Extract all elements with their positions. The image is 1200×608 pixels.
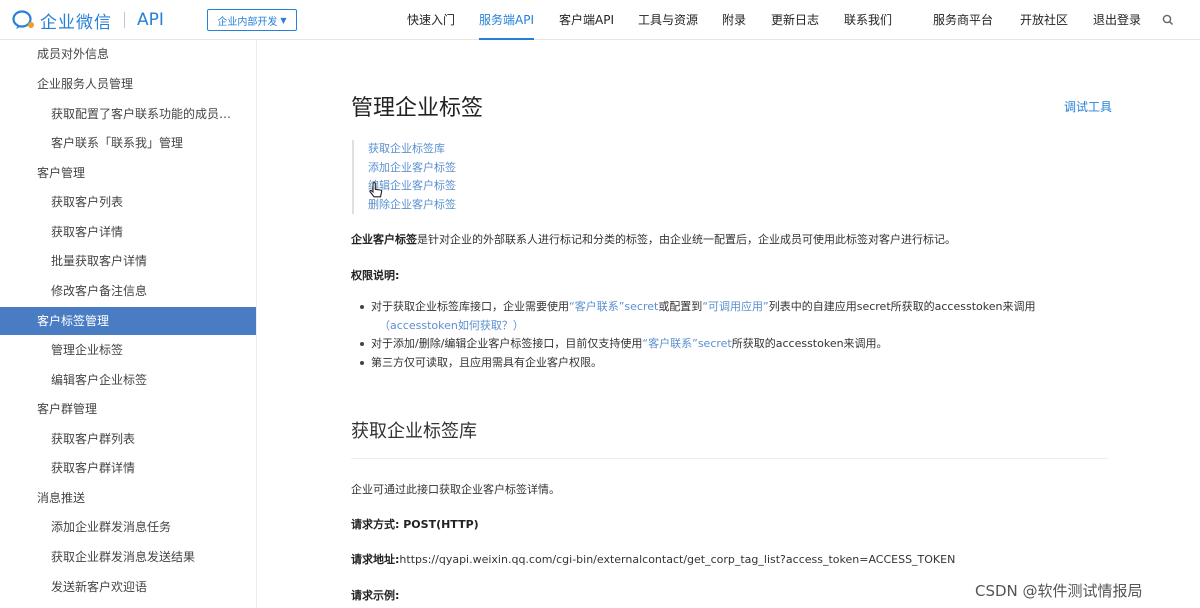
logo[interactable]: 企业微信 API [12,8,164,33]
nav-provider[interactable]: 服务商平台 [933,0,993,40]
sidebar-item-member-external-info[interactable]: 成员对外信息 [0,40,256,68]
intro-text: 是针对企业的外部联系人进行标记和分类的标签，由企业统一配置后，企业成员可使用此标… [417,233,956,246]
sidebar-item-group-list[interactable]: 获取客户群列表 [0,425,256,453]
sidebar-item-manage-corp-tags[interactable]: 管理企业标签 [0,336,256,364]
customer-contact-secret-link-2[interactable]: “客户联系”secret [642,337,731,350]
customer-contact-secret-link[interactable]: “客户联系”secret [569,300,658,313]
section-divider [351,458,1108,459]
toc-add-tag[interactable]: 添加企业客户标签 [368,159,456,178]
dev-type-label: 企业内部开发 [217,16,278,28]
nav-logout[interactable]: 退出登录 [1093,0,1141,40]
logo-api: API [137,10,164,30]
sidebar-item-customer-list[interactable]: 获取客户列表 [0,188,256,216]
permission-list: 对于获取企业标签库接口，企业需要使用“客户联系”secret或配置到“可调用应用… [351,298,1035,372]
hand-cursor-icon [369,182,383,200]
callable-apps-link[interactable]: “可调用应用” [702,300,768,313]
nav-appendix[interactable]: 附录 [722,0,746,40]
toc-get-tag-list[interactable]: 获取企业标签库 [368,140,456,159]
chevron-down-icon: ▼ [280,15,287,25]
nav-server-api[interactable]: 服务端API [479,0,534,40]
logo-divider [124,12,125,28]
nav-client-api[interactable]: 客户端API [559,0,614,40]
sidebar-item-edit-remark[interactable]: 修改客户备注信息 [0,277,256,305]
sidebar-item-add-mass-msg[interactable]: 添加企业群发消息任务 [0,513,256,541]
nav-tools[interactable]: 工具与资源 [638,0,698,40]
sidebar-item-mass-msg-result[interactable]: 获取企业群发消息发送结果 [0,543,256,571]
list-item: 第三方仅可读取，且应用需具有企业客户权限。 [351,354,1035,373]
sidebar-item-edit-customer-tags[interactable]: 编辑客户企业标签 [0,366,256,394]
permission-title: 权限说明: [351,269,400,282]
table-of-contents: 获取企业标签库 添加企业客户标签 编辑企业客户标签 删除企业客户标签 [352,140,456,214]
sidebar-item-customer-detail[interactable]: 获取客户详情 [0,218,256,246]
watermark: CSDN @软件测试情报局 [975,582,1143,600]
sidebar-item-group-detail[interactable]: 获取客户群详情 [0,454,256,482]
list-item: 对于添加/删除/编辑企业客户标签接口，目前仅支持使用“客户联系”secret所获… [351,335,1035,354]
debug-tool-link[interactable]: 调试工具 [1064,98,1112,115]
intro-paragraph: 企业客户标签是针对企业的外部联系人进行标记和分类的标签，由企业统一配置后，企业成… [351,231,956,247]
sidebar-item-get-follow-users[interactable]: 获取配置了客户联系功能的成员… [0,100,256,128]
dev-type-select[interactable]: 企业内部开发 ▼ [207,9,297,31]
sidebar-item-contact-me[interactable]: 客户联系「联系我」管理 [0,129,256,157]
sidebar-item-customer-tags[interactable]: 客户标签管理 [0,307,256,335]
nav-changelog[interactable]: 更新日志 [771,0,819,40]
list-item-continuation: （accesstoken如何获取？） [351,317,1035,336]
request-url: 请求地址:https://qyapi.weixin.qq.com/cgi-bin… [351,553,956,566]
sidebar-item-customer-manage[interactable]: 客户管理 [0,159,256,187]
nav-contact[interactable]: 联系我们 [844,0,892,40]
request-method: 请求方式: POST(HTTP) [351,518,479,531]
wecom-logo-icon [12,9,36,31]
logo-text: 企业微信 [40,12,112,33]
main-content: 管理企业标签 调试工具 获取企业标签库 添加企业客户标签 编辑企业客户标签 删除… [258,40,1200,608]
sidebar-item-service-staff[interactable]: 企业服务人员管理 [0,70,256,98]
list-item: 对于获取企业标签库接口，企业需要使用“客户联系”secret或配置到“可调用应用… [351,298,1035,317]
request-example-label: 请求示例: [351,589,400,602]
sidebar: 成员对外信息 企业服务人员管理 获取配置了客户联系功能的成员… 客户联系「联系我… [0,40,257,608]
section-description: 企业可通过此接口获取企业客户标签详情。 [351,483,560,496]
section-title-get-tag-list: 获取企业标签库 [351,421,477,442]
top-header: 企业微信 API 企业内部开发 ▼ 快速入门 服务端API 客户端API 工具与… [0,0,1200,40]
sidebar-item-group-manage[interactable]: 客户群管理 [0,395,256,423]
search-icon[interactable] [1161,12,1175,26]
sidebar-item-welcome-msg[interactable]: 发送新客户欢迎语 [0,573,256,601]
accesstoken-howto-link[interactable]: （accesstoken如何获取？） [379,319,524,332]
nav-community[interactable]: 开放社区 [1020,0,1068,40]
page-title: 管理企业标签 [351,96,484,121]
sidebar-item-batch-customer-detail[interactable]: 批量获取客户详情 [0,247,256,275]
nav-quickstart[interactable]: 快速入门 [407,0,455,40]
intro-bold: 企业客户标签 [351,233,417,246]
sidebar-item-message-push[interactable]: 消息推送 [0,484,256,512]
